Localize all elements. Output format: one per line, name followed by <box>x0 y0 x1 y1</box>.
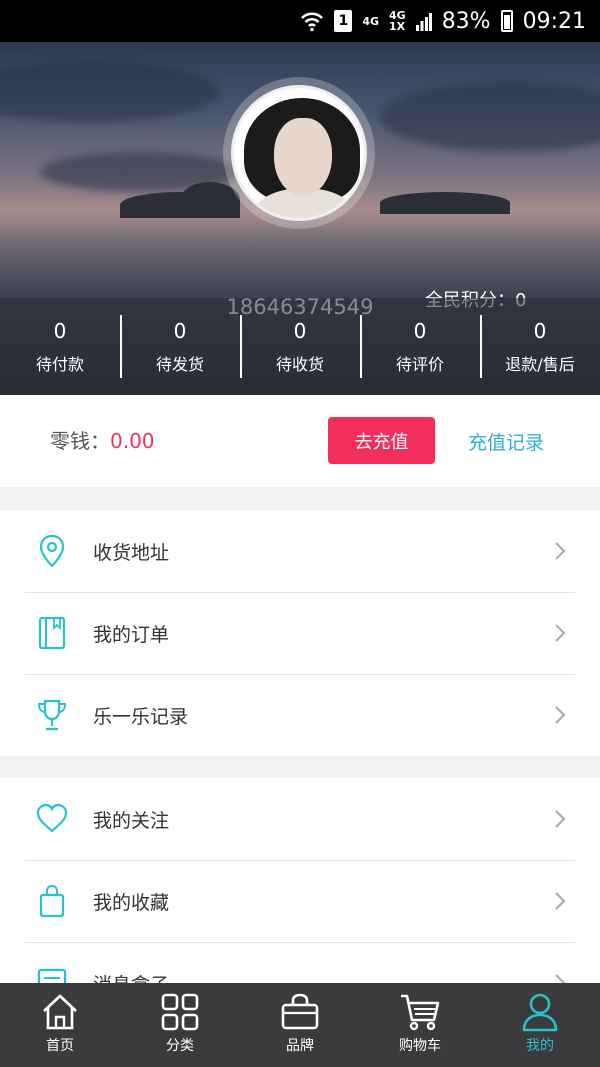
order-status-bar: 0 待付款 0 待发货 0 待收货 0 待评价 0 退款/售后 <box>0 298 600 395</box>
order-label: 待付款 <box>35 354 84 374</box>
order-count: 0 <box>53 318 67 343</box>
location-pin-icon <box>36 534 68 568</box>
message-box-icon <box>36 966 68 983</box>
heart-icon <box>36 802 68 836</box>
order-label: 退款/售后 <box>505 354 575 374</box>
order-status-pending-shipment[interactable]: 0 待发货 <box>120 298 240 395</box>
battery-icon <box>500 10 513 32</box>
order-status-pending-review[interactable]: 0 待评价 <box>360 298 480 395</box>
menu-item-message-box[interactable]: 消息盒子 <box>0 942 600 983</box>
menu-item-label: 我的收藏 <box>93 891 170 914</box>
order-book-icon <box>36 616 68 650</box>
network-indicator-2: 4G 1X <box>389 10 406 32</box>
tab-label: 品牌 <box>286 1038 314 1054</box>
tab-home[interactable]: 首页 <box>0 983 120 1067</box>
menu-item-label: 我的订单 <box>93 623 170 646</box>
chevron-right-icon <box>554 891 566 911</box>
wallet-label: 零钱： <box>50 429 110 453</box>
tab-mine[interactable]: 我的 <box>480 983 600 1067</box>
chevron-right-icon <box>554 809 566 829</box>
avatar-face <box>274 118 332 196</box>
background-cloud <box>380 82 600 152</box>
trophy-icon <box>36 698 68 732</box>
shopping-bag-icon <box>36 884 68 918</box>
menu-item-following[interactable]: 我的关注 <box>0 778 600 860</box>
wallet-amount: 0.00 <box>110 429 155 453</box>
menu-item-label: 消息盒子 <box>93 970 169 984</box>
order-count: 0 <box>533 318 547 343</box>
sim-indicator: 1 <box>334 10 353 32</box>
chevron-right-icon <box>554 623 566 643</box>
menu-group-2: 我的关注 我的收藏 消息盒子 <box>0 778 600 983</box>
menu-item-label: 乐一乐记录 <box>93 705 189 728</box>
profile-header: 18646374549 全民积分：0 0 待付款 0 待发货 0 待收货 0 待… <box>0 42 600 395</box>
background-cloud <box>0 62 220 122</box>
menu-item-orders[interactable]: 我的订单 <box>0 592 600 674</box>
tab-label: 分类 <box>166 1038 194 1054</box>
cart-icon <box>401 994 440 1031</box>
tab-brand[interactable]: 品牌 <box>240 983 360 1067</box>
menu-item-favorites[interactable]: 我的收藏 <box>0 860 600 942</box>
user-icon <box>522 993 558 1032</box>
recharge-records-link[interactable]: 充值记录 <box>468 428 544 455</box>
order-label: 待收货 <box>275 354 324 374</box>
brand-bag-icon <box>281 993 319 1030</box>
home-icon <box>43 994 77 1030</box>
background-island <box>380 192 510 214</box>
recharge-button[interactable]: 去充值 <box>328 417 435 464</box>
wifi-icon <box>300 10 324 32</box>
signal-icon <box>415 11 432 31</box>
avatar[interactable] <box>231 85 367 221</box>
wallet-balance: 零钱：0.00 <box>50 425 155 454</box>
menu-item-address[interactable]: 收货地址 <box>0 510 600 592</box>
tab-cart[interactable]: 购物车 <box>360 983 480 1067</box>
order-label: 待评价 <box>395 354 444 374</box>
order-status-pending-receipt[interactable]: 0 待收货 <box>240 298 360 395</box>
menu-group-1: 收货地址 我的订单 乐一乐记录 <box>0 510 600 756</box>
chevron-right-icon <box>554 541 566 561</box>
network-sub-label: 1X <box>389 20 406 33</box>
order-count: 0 <box>293 318 307 343</box>
menu-item-label: 我的关注 <box>93 809 170 832</box>
tab-label: 首页 <box>46 1038 74 1054</box>
chevron-right-icon <box>554 705 566 725</box>
bottom-nav: 首页 分类 品牌 购物车 我的 <box>0 983 600 1067</box>
order-count: 0 <box>173 318 187 343</box>
status-bar: 1 4G 4G 1X 83% 09:21 <box>0 0 600 42</box>
order-label: 待发货 <box>155 354 204 374</box>
tab-label: 我的 <box>526 1038 554 1054</box>
chevron-right-icon <box>554 973 566 983</box>
category-grid-icon <box>161 993 199 1031</box>
wallet-section: 零钱：0.00 去充值 充值记录 <box>0 395 600 487</box>
avatar-ring[interactable] <box>223 77 375 229</box>
clock: 09:21 <box>522 8 586 34</box>
battery-percent: 83% <box>441 8 491 34</box>
order-count: 0 <box>413 318 427 343</box>
network-indicator-1: 4G <box>362 14 379 28</box>
tab-label: 购物车 <box>399 1038 441 1054</box>
tab-category[interactable]: 分类 <box>120 983 240 1067</box>
menu-item-lottery-records[interactable]: 乐一乐记录 <box>0 674 600 756</box>
menu-item-label: 收货地址 <box>93 541 170 564</box>
order-status-pending-payment[interactable]: 0 待付款 <box>0 298 120 395</box>
order-status-refund[interactable]: 0 退款/售后 <box>480 298 600 395</box>
